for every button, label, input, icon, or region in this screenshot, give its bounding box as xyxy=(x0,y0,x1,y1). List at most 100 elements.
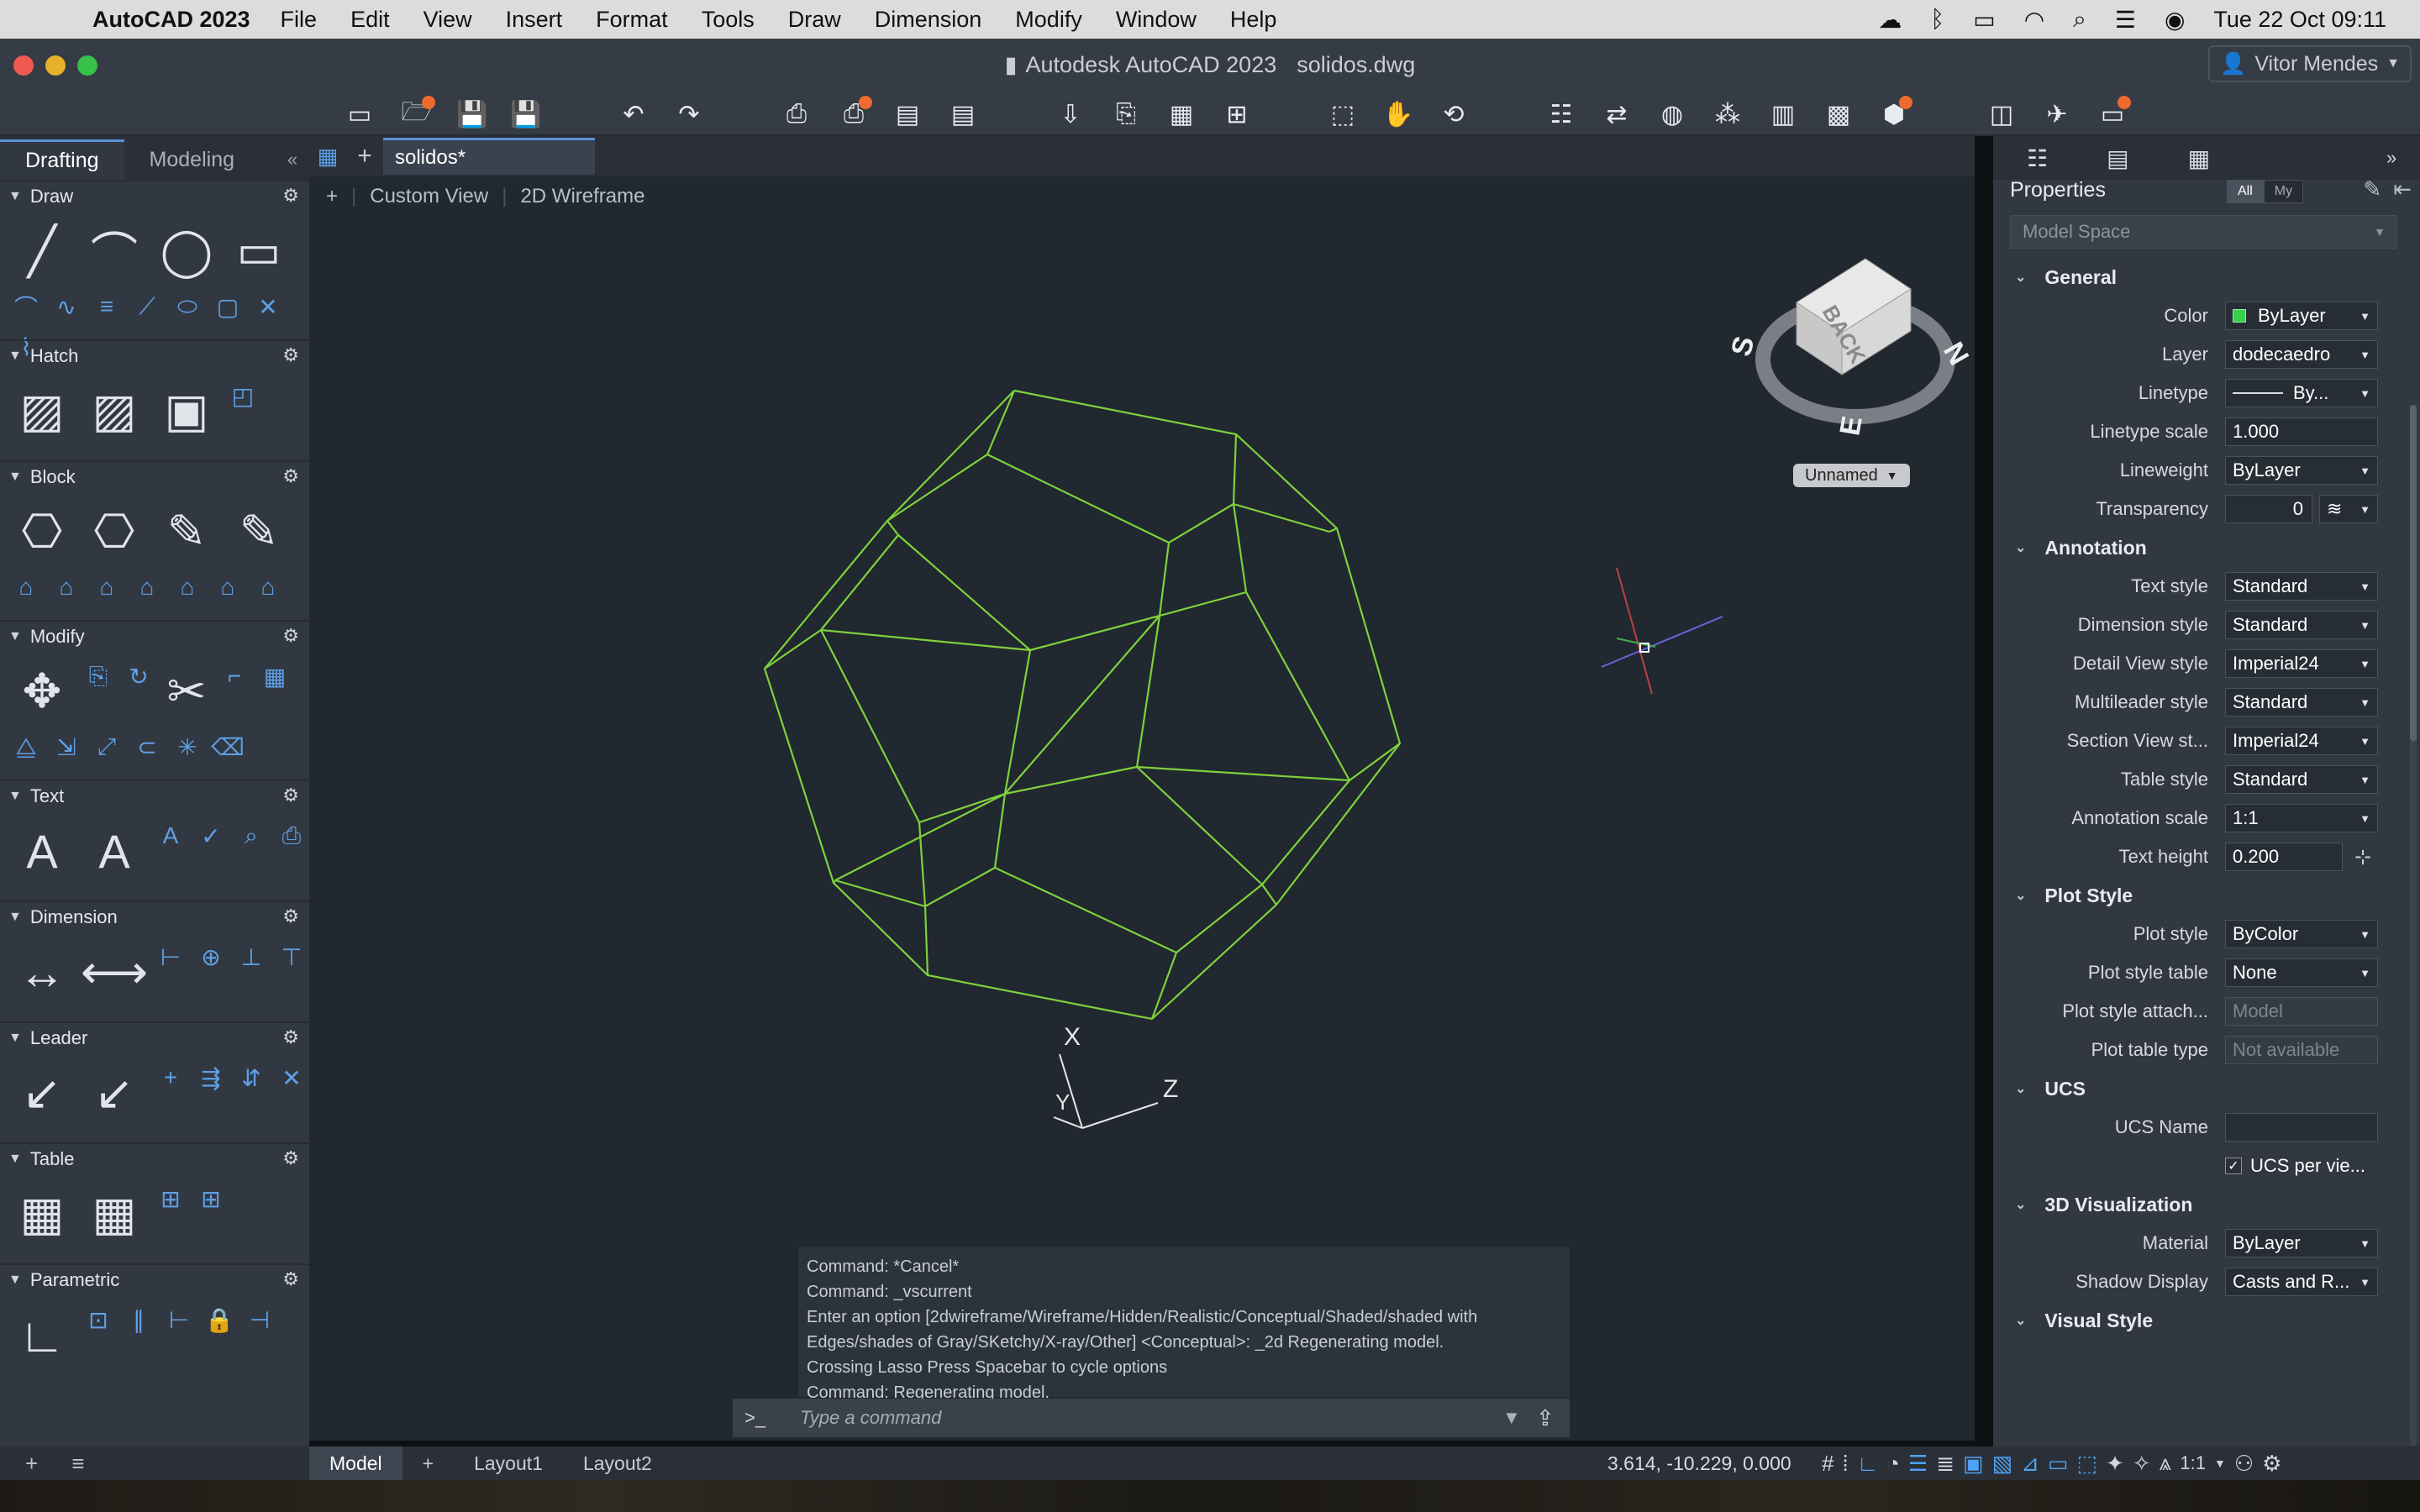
ray-tool-icon[interactable]: ⟋ xyxy=(129,289,165,324)
triangle-down-icon[interactable]: ▼ xyxy=(8,629,22,644)
creative-cloud-icon[interactable]: ☁ xyxy=(1878,6,1902,34)
text-height-field[interactable]: 0.200 xyxy=(2225,843,2343,871)
text-style-icon[interactable]: A xyxy=(81,818,148,884)
minimize-window-button[interactable] xyxy=(45,55,66,76)
osnap-icon[interactable]: ▣ xyxy=(1963,1451,1984,1477)
scrollbar-thumb[interactable] xyxy=(2410,405,2417,741)
gear-icon[interactable]: ⚙ xyxy=(282,785,299,806)
siri-icon[interactable]: ◉ xyxy=(2165,6,2185,34)
collapse-panel-icon[interactable]: « xyxy=(276,139,309,180)
find-text-icon[interactable]: ⌕ xyxy=(234,818,269,853)
isodraft-icon[interactable]: ☰ xyxy=(1908,1451,1928,1477)
auto-scale-icon[interactable]: ✧ xyxy=(2133,1451,2151,1477)
shadow-display-dropdown[interactable]: Casts and R... ▼ xyxy=(2225,1268,2378,1296)
linear-dimension-icon[interactable]: ↔ xyxy=(8,939,76,1005)
linetype-scale-field[interactable]: 1.000 xyxy=(2225,417,2378,446)
attribute-icon[interactable]: ⌂ xyxy=(8,570,44,605)
plot-style-table-dropdown[interactable]: None ▼ xyxy=(2225,958,2378,987)
gear-icon[interactable]: ⚙ xyxy=(2262,1451,2281,1477)
properties-icon[interactable]: ☷ xyxy=(1543,96,1580,133)
multileader-icon[interactable]: ↙ xyxy=(8,1060,76,1126)
rectangle-tool-icon[interactable]: ▭ xyxy=(225,218,292,284)
lineweight-dropdown[interactable]: ByLayer ▼ xyxy=(2225,456,2378,485)
command-input[interactable]: Type a command xyxy=(800,1407,1502,1429)
parallel-icon[interactable]: ∥ xyxy=(121,1302,156,1337)
new-tab-icon[interactable]: + xyxy=(346,142,383,171)
baseline-dimension-icon[interactable]: ⊤ xyxy=(274,939,309,974)
group-visual-style[interactable]: ⌄ Visual Style xyxy=(1993,1301,2413,1340)
maximize-window-button[interactable] xyxy=(77,55,97,76)
block-editor-icon[interactable]: ⌂ xyxy=(89,570,124,605)
tab-model[interactable]: Model xyxy=(309,1446,402,1480)
copy-icon[interactable]: ⎘ xyxy=(81,659,116,694)
text-style-dropdown[interactable]: Standard ▼ xyxy=(2225,572,2378,601)
leader-style-icon[interactable]: ↙ xyxy=(81,1060,148,1126)
mline-tool-icon[interactable]: ≡ xyxy=(89,289,124,324)
gradient-icon[interactable]: ▨ xyxy=(81,378,148,444)
ucs-menu[interactable]: Unnamed ▼ xyxy=(1793,464,1910,487)
define-attribute-icon[interactable]: ⌂ xyxy=(129,570,165,605)
zoom-window-icon[interactable]: ⬚ xyxy=(1324,96,1361,133)
attach-icon[interactable]: ⎘ xyxy=(1107,96,1144,133)
3d-osnap-icon[interactable]: ⬚ xyxy=(2077,1451,2098,1477)
object-track-icon[interactable]: ≣ xyxy=(1936,1451,1954,1477)
group-plot-style[interactable]: ⌄ Plot Style xyxy=(1993,876,2413,915)
quick-select-icon[interactable]: ✎ xyxy=(2363,176,2381,202)
gear-icon[interactable]: ⚙ xyxy=(282,906,299,927)
color-dropdown[interactable]: ByLayer ▼ xyxy=(2225,302,2378,330)
menu-file[interactable]: File xyxy=(281,7,318,33)
extract-data-icon[interactable]: ⊞ xyxy=(193,1181,229,1216)
gear-icon[interactable]: ⚙ xyxy=(282,1026,299,1048)
blocks-tab-icon[interactable]: ▦ xyxy=(2188,144,2210,172)
chevron-down-icon[interactable]: ▼ xyxy=(2214,1457,2226,1470)
annotation-scale-icon[interactable]: ⩓ xyxy=(2160,1450,2172,1477)
menu-edit[interactable]: Edit xyxy=(350,7,390,33)
export-icon[interactable]: ▤ xyxy=(944,96,981,133)
undo-icon[interactable]: ↶ xyxy=(615,96,652,133)
pan-icon[interactable]: ✋ xyxy=(1380,96,1417,133)
view-cube[interactable]: BACK S N E xyxy=(1725,258,1975,438)
bluetooth-icon[interactable]: ᛒ xyxy=(1930,6,1944,33)
filter-my[interactable]: My xyxy=(2263,180,2304,203)
triangle-down-icon[interactable]: ▼ xyxy=(8,349,22,364)
menu-insert[interactable]: Insert xyxy=(506,7,563,33)
menu-format[interactable]: Format xyxy=(596,7,668,33)
stretch-icon[interactable]: ⇲ xyxy=(49,729,84,764)
sheet-set-icon[interactable]: ▦ xyxy=(1163,96,1200,133)
circle-tool-icon[interactable]: ◯ xyxy=(153,218,220,284)
fillet-icon[interactable]: ⌐ xyxy=(217,659,252,694)
pickadd-icon[interactable]: ⇤ xyxy=(2393,176,2412,202)
menu-modify[interactable]: Modify xyxy=(1015,7,1082,33)
command-prompt-icon[interactable]: >_ xyxy=(733,1407,800,1429)
rotate-icon[interactable]: ↻ xyxy=(121,659,156,694)
group-annotation[interactable]: ⌄ Annotation xyxy=(1993,528,2413,567)
triangle-down-icon[interactable]: ▼ xyxy=(8,189,22,204)
sync-attribute-icon[interactable]: ⌂ xyxy=(170,570,205,605)
cloud-icon[interactable]: ▭ xyxy=(2094,96,2131,133)
layer-dropdown[interactable]: dodecaedro ▼ xyxy=(2225,340,2378,369)
group-ucs[interactable]: ⌄ UCS xyxy=(1993,1069,2413,1108)
wifi-icon[interactable]: ◠ xyxy=(2024,6,2044,34)
polyline-tool-icon[interactable]: ⌒ xyxy=(81,218,148,284)
workspace-icon[interactable]: ⚇ xyxy=(2234,1451,2254,1477)
tool-palette-icon[interactable]: ▩ xyxy=(1820,96,1857,133)
share-icon[interactable]: ⇪ xyxy=(1536,1405,1570,1431)
gear-icon[interactable]: ⚙ xyxy=(282,344,299,366)
aligned-dimension-icon[interactable]: ⊢ xyxy=(153,939,188,974)
plot-style-dropdown[interactable]: ByColor ▼ xyxy=(2225,920,2378,948)
grid-icon[interactable]: # xyxy=(1822,1451,1833,1477)
battery-icon[interactable]: ▭ xyxy=(1973,6,1995,34)
triangle-down-icon[interactable]: ▼ xyxy=(8,470,22,485)
arc-tool-icon[interactable]: ⌒ xyxy=(8,289,44,324)
lineweight-icon[interactable]: ▧ xyxy=(1992,1451,2013,1477)
layer-states-icon[interactable]: ⁂ xyxy=(1709,96,1746,133)
tab-drafting[interactable]: Drafting xyxy=(0,139,124,180)
gear-icon[interactable]: ⚙ xyxy=(282,625,299,647)
plus-icon[interactable]: + xyxy=(25,1451,38,1477)
polar-icon[interactable]: ◔ xyxy=(1886,1451,1900,1477)
expand-icon[interactable]: » xyxy=(2386,147,2396,169)
attribute-manager-icon[interactable]: ⌂ xyxy=(49,570,84,605)
coordinates-readout[interactable]: 3.614, -10.229, 0.000 xyxy=(1607,1446,1791,1480)
table-style-dropdown[interactable]: Standard ▼ xyxy=(2225,765,2378,794)
coincident-icon[interactable]: ⊡ xyxy=(81,1302,116,1337)
